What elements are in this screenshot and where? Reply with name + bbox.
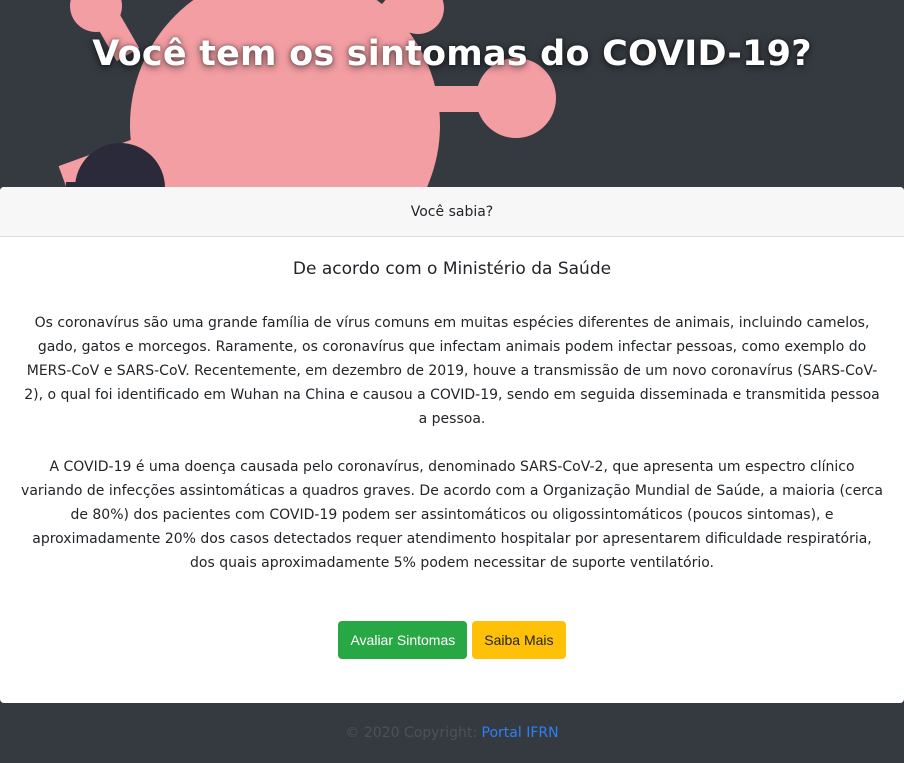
paragraph-covid19: A COVID-19 é uma doença causada pelo cor… [21, 459, 883, 571]
info-card: Você sabia? De acordo com o Ministério d… [0, 187, 904, 703]
footer: © 2020 Copyright: Portal IFRN [0, 703, 904, 753]
portal-ifrn-link[interactable]: Portal IFRN [482, 725, 559, 741]
page-title: Você tem os sintomas do COVID-19? [92, 34, 812, 74]
evaluate-symptoms-button[interactable]: Avaliar Sintomas [338, 621, 468, 659]
learn-more-button[interactable]: Saiba Mais [472, 621, 566, 659]
copyright-text: © 2020 Copyright: [345, 725, 482, 741]
hero-banner: Você tem os sintomas do COVID-19? [0, 0, 904, 188]
paragraph-coronavirus: Os coronavírus são uma grande família de… [24, 315, 880, 427]
virus-illustration [58, 0, 556, 188]
card-header: Você sabia? [0, 187, 904, 237]
button-group: Avaliar Sintomas Saiba Mais [0, 621, 904, 659]
card-title: De acordo com o Ministério da Saúde [292, 259, 612, 279]
